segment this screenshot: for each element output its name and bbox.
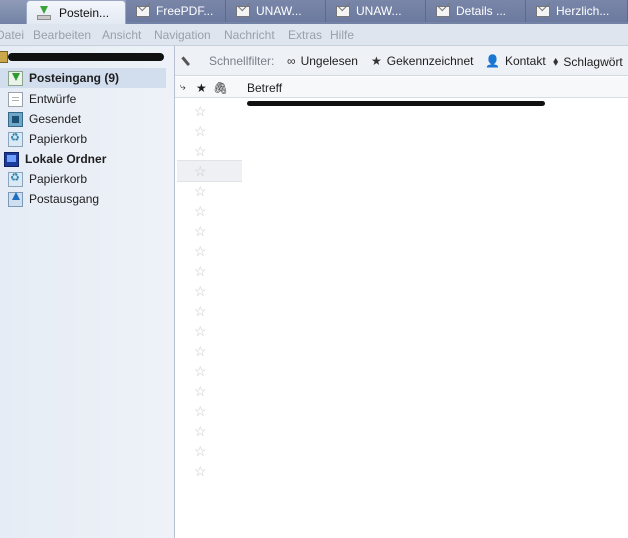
star-toggle-icon[interactable]: ☆ [194,264,207,278]
star-toggle-icon[interactable]: ☆ [194,424,207,438]
tab-posteingang[interactable]: Postein... [26,0,126,24]
account-row[interactable] [0,50,164,64]
star-toggle-icon[interactable]: ☆ [194,364,207,378]
folder-label: Gesendet [29,112,82,126]
starred-column-icon[interactable]: ★ [196,81,207,95]
trash-icon [8,131,23,147]
tab-label: FreePDF... [156,4,214,18]
quick-filter-bar: Schnellfilter: ∞ Ungelesen ★ Gekennzeich… [175,46,628,76]
glasses-icon: ∞ [287,54,296,68]
thread-column-icon[interactable]: ⤷ [180,82,186,93]
folder-label: Papierkorb [29,172,88,186]
pin-icon[interactable] [181,49,198,67]
star-toggle-icon[interactable]: ☆ [194,444,207,458]
menu-datei[interactable]: Datei [0,28,24,42]
envelope-icon [436,5,450,17]
table-row[interactable] [177,160,242,182]
tab-label: Herzlich... [556,4,610,18]
star-toggle-icon[interactable]: ☆ [194,404,207,418]
drafts-icon [8,91,23,107]
filter-contact-button[interactable]: 👤 Kontakt [485,54,546,68]
envelope-icon [136,5,150,17]
menu-bar: Datei Bearbeiten Ansicht Navigation Nach… [0,24,628,46]
tag-icon: ⬧ [553,54,559,68]
tab-label: UNAW... [256,4,302,18]
sent-icon [8,111,23,127]
person-icon: 👤 [485,54,500,68]
menu-bearbeiten[interactable]: Bearbeiten [33,28,91,42]
tab-message-5[interactable]: Herzlich... [526,0,628,22]
thread-list-header: ⤷ ★ 🖇 Betreff [175,77,628,98]
tab-message-4[interactable]: Details ... [426,0,526,22]
star-toggle-icon[interactable]: ☆ [194,464,207,478]
star-toggle-icon[interactable]: ☆ [194,384,207,398]
star-toggle-icon[interactable]: ☆ [194,124,207,138]
star-toggle-icon[interactable]: ☆ [194,184,207,198]
star-icon: ★ [371,54,382,68]
tab-label: Postein... [59,6,110,20]
menu-extras[interactable]: Extras [288,28,322,42]
star-toggle-icon[interactable]: ☆ [194,284,207,298]
thread-list: ☆ ☆ ☆ ☆ ☆ ☆ ☆ ☆ ☆ ☆ ☆ ☆ ☆ ☆ ☆ ☆ ☆ ☆ ☆ [175,98,628,538]
subject-column-header[interactable]: Betreff [247,81,282,95]
button-label: Ungelesen [300,54,358,68]
folder-lokal-papierkorb[interactable]: Papierkorb [8,169,87,189]
attachment-column-icon[interactable]: 🖇 [213,81,228,95]
folder-papierkorb[interactable]: Papierkorb [8,129,87,149]
tab-message-3[interactable]: UNAW... [326,0,426,22]
menu-nachricht[interactable]: Nachricht [224,28,275,42]
folder-entwuerfe[interactable]: Entwürfe [8,89,76,109]
inbox-download-icon [37,6,51,20]
redacted-subject-line [247,101,545,106]
folder-postausgang[interactable]: Postausgang [8,189,99,209]
star-toggle-icon[interactable]: ☆ [194,164,207,178]
star-toggle-icon[interactable]: ☆ [194,204,207,218]
account-icon [0,51,8,63]
folder-gesendet[interactable]: Gesendet [8,109,81,129]
filter-starred-button[interactable]: ★ Gekennzeichnet [371,54,474,68]
filter-tags-button[interactable]: ⬧ Schlagwört [553,54,623,69]
star-toggle-icon[interactable]: ☆ [194,144,207,158]
outbox-icon [8,191,23,207]
menu-navigation[interactable]: Navigation [154,28,211,42]
tab-label: Details ... [456,4,507,18]
menu-hilfe[interactable]: Hilfe [330,28,354,42]
folder-posteingang[interactable]: Posteingang (9) [0,68,166,88]
star-toggle-icon[interactable]: ☆ [194,324,207,338]
button-label: Kontakt [504,54,546,68]
folder-pane: Posteingang (9) Entwürfe Gesendet Papier… [0,46,175,538]
envelope-icon [536,5,550,17]
button-label: Gekennzeichnet [386,54,474,68]
redacted-account-name [8,53,164,61]
folder-label: Postausgang [29,192,100,206]
star-toggle-icon[interactable]: ☆ [194,344,207,358]
tab-message-2[interactable]: UNAW... [226,0,326,22]
tab-label: UNAW... [356,4,402,18]
menu-ansicht[interactable]: Ansicht [102,28,141,42]
star-toggle-icon[interactable]: ☆ [194,224,207,238]
envelope-icon [236,5,250,17]
star-toggle-icon[interactable]: ☆ [194,104,207,118]
star-toggle-icon[interactable]: ☆ [194,244,207,258]
envelope-icon [336,5,350,17]
star-toggle-icon[interactable]: ☆ [194,304,207,318]
trash-icon [8,171,23,187]
quick-filter-label: Schnellfilter: [209,54,275,68]
tab-bar: Postein... FreePDF... UNAW... UNAW... De… [0,0,628,24]
folder-label: Entwürfe [29,92,77,106]
button-label: Schlagwört [563,54,623,69]
local-folders-icon [4,151,19,167]
folder-lokale-ordner[interactable]: Lokale Ordner [4,149,106,169]
filter-unread-button[interactable]: ∞ Ungelesen [287,54,358,68]
folder-label: Lokale Ordner [25,152,107,166]
folder-label: Papierkorb [29,132,88,146]
inbox-icon [8,70,23,86]
folder-label: Posteingang (9) [29,71,120,85]
tab-message-1[interactable]: FreePDF... [126,0,226,22]
